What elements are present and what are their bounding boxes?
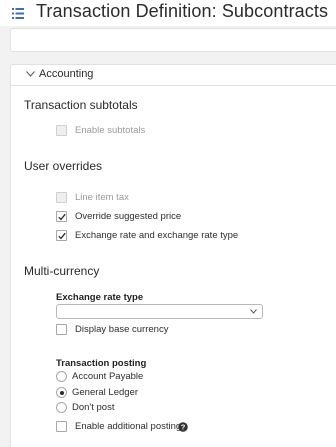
- checkmark-icon: [58, 213, 66, 221]
- radio-dont-post-label: Don't post: [72, 402, 115, 413]
- transaction-posting-label: Transaction posting: [56, 358, 147, 369]
- user-overrides-heading: User overrides: [24, 159, 103, 173]
- exchange-rate-type-label: Exchange rate and exchange rate type: [75, 230, 239, 241]
- radio-general-ledger[interactable]: [56, 387, 67, 398]
- accounting-section-header[interactable]: Accounting: [10, 64, 336, 86]
- radio-dont-post[interactable]: [56, 402, 67, 413]
- radio-general-ledger-label: General Ledger: [72, 387, 139, 398]
- exchange-rate-type-select[interactable]: [56, 304, 263, 319]
- page-title: Transaction Definition: Subcontracts: [36, 1, 329, 21]
- line-item-tax-label: Line item tax: [75, 192, 129, 203]
- line-item-tax-checkbox[interactable]: [56, 192, 67, 203]
- chevron-down-icon: [250, 309, 257, 314]
- exchange-rate-type-field-label: Exchange rate type: [56, 292, 144, 303]
- override-suggested-price-label: Override suggested price: [75, 211, 182, 222]
- multi-currency-heading: Multi-currency: [24, 264, 100, 278]
- exchange-rate-type-checkbox[interactable]: [56, 230, 67, 241]
- radio-account-payable[interactable]: [56, 371, 67, 382]
- enable-additional-posting-checkbox[interactable]: [56, 421, 67, 432]
- transaction-subtotals-heading: Transaction subtotals: [24, 98, 138, 112]
- page-header: Transaction Definition: Subcontracts: [0, 0, 336, 26]
- collapsed-panel: [10, 28, 336, 52]
- override-suggested-price-checkbox[interactable]: [56, 211, 67, 222]
- chevron-down-icon: [26, 71, 35, 77]
- section-title: Accounting: [39, 68, 94, 80]
- list-menu-icon[interactable]: [12, 8, 24, 19]
- enable-subtotals-checkbox[interactable]: [56, 125, 67, 136]
- enable-additional-posting-label: Enable additional posting: [75, 421, 182, 432]
- svg-text:?: ?: [181, 423, 186, 432]
- radio-account-payable-label: Account Payable: [72, 371, 144, 382]
- display-base-currency-label: Display base currency: [75, 324, 169, 335]
- checkmark-icon: [58, 232, 66, 240]
- enable-subtotals-label: Enable subtotals: [75, 125, 146, 136]
- help-icon[interactable]: ?: [178, 422, 188, 432]
- display-base-currency-checkbox[interactable]: [56, 324, 67, 335]
